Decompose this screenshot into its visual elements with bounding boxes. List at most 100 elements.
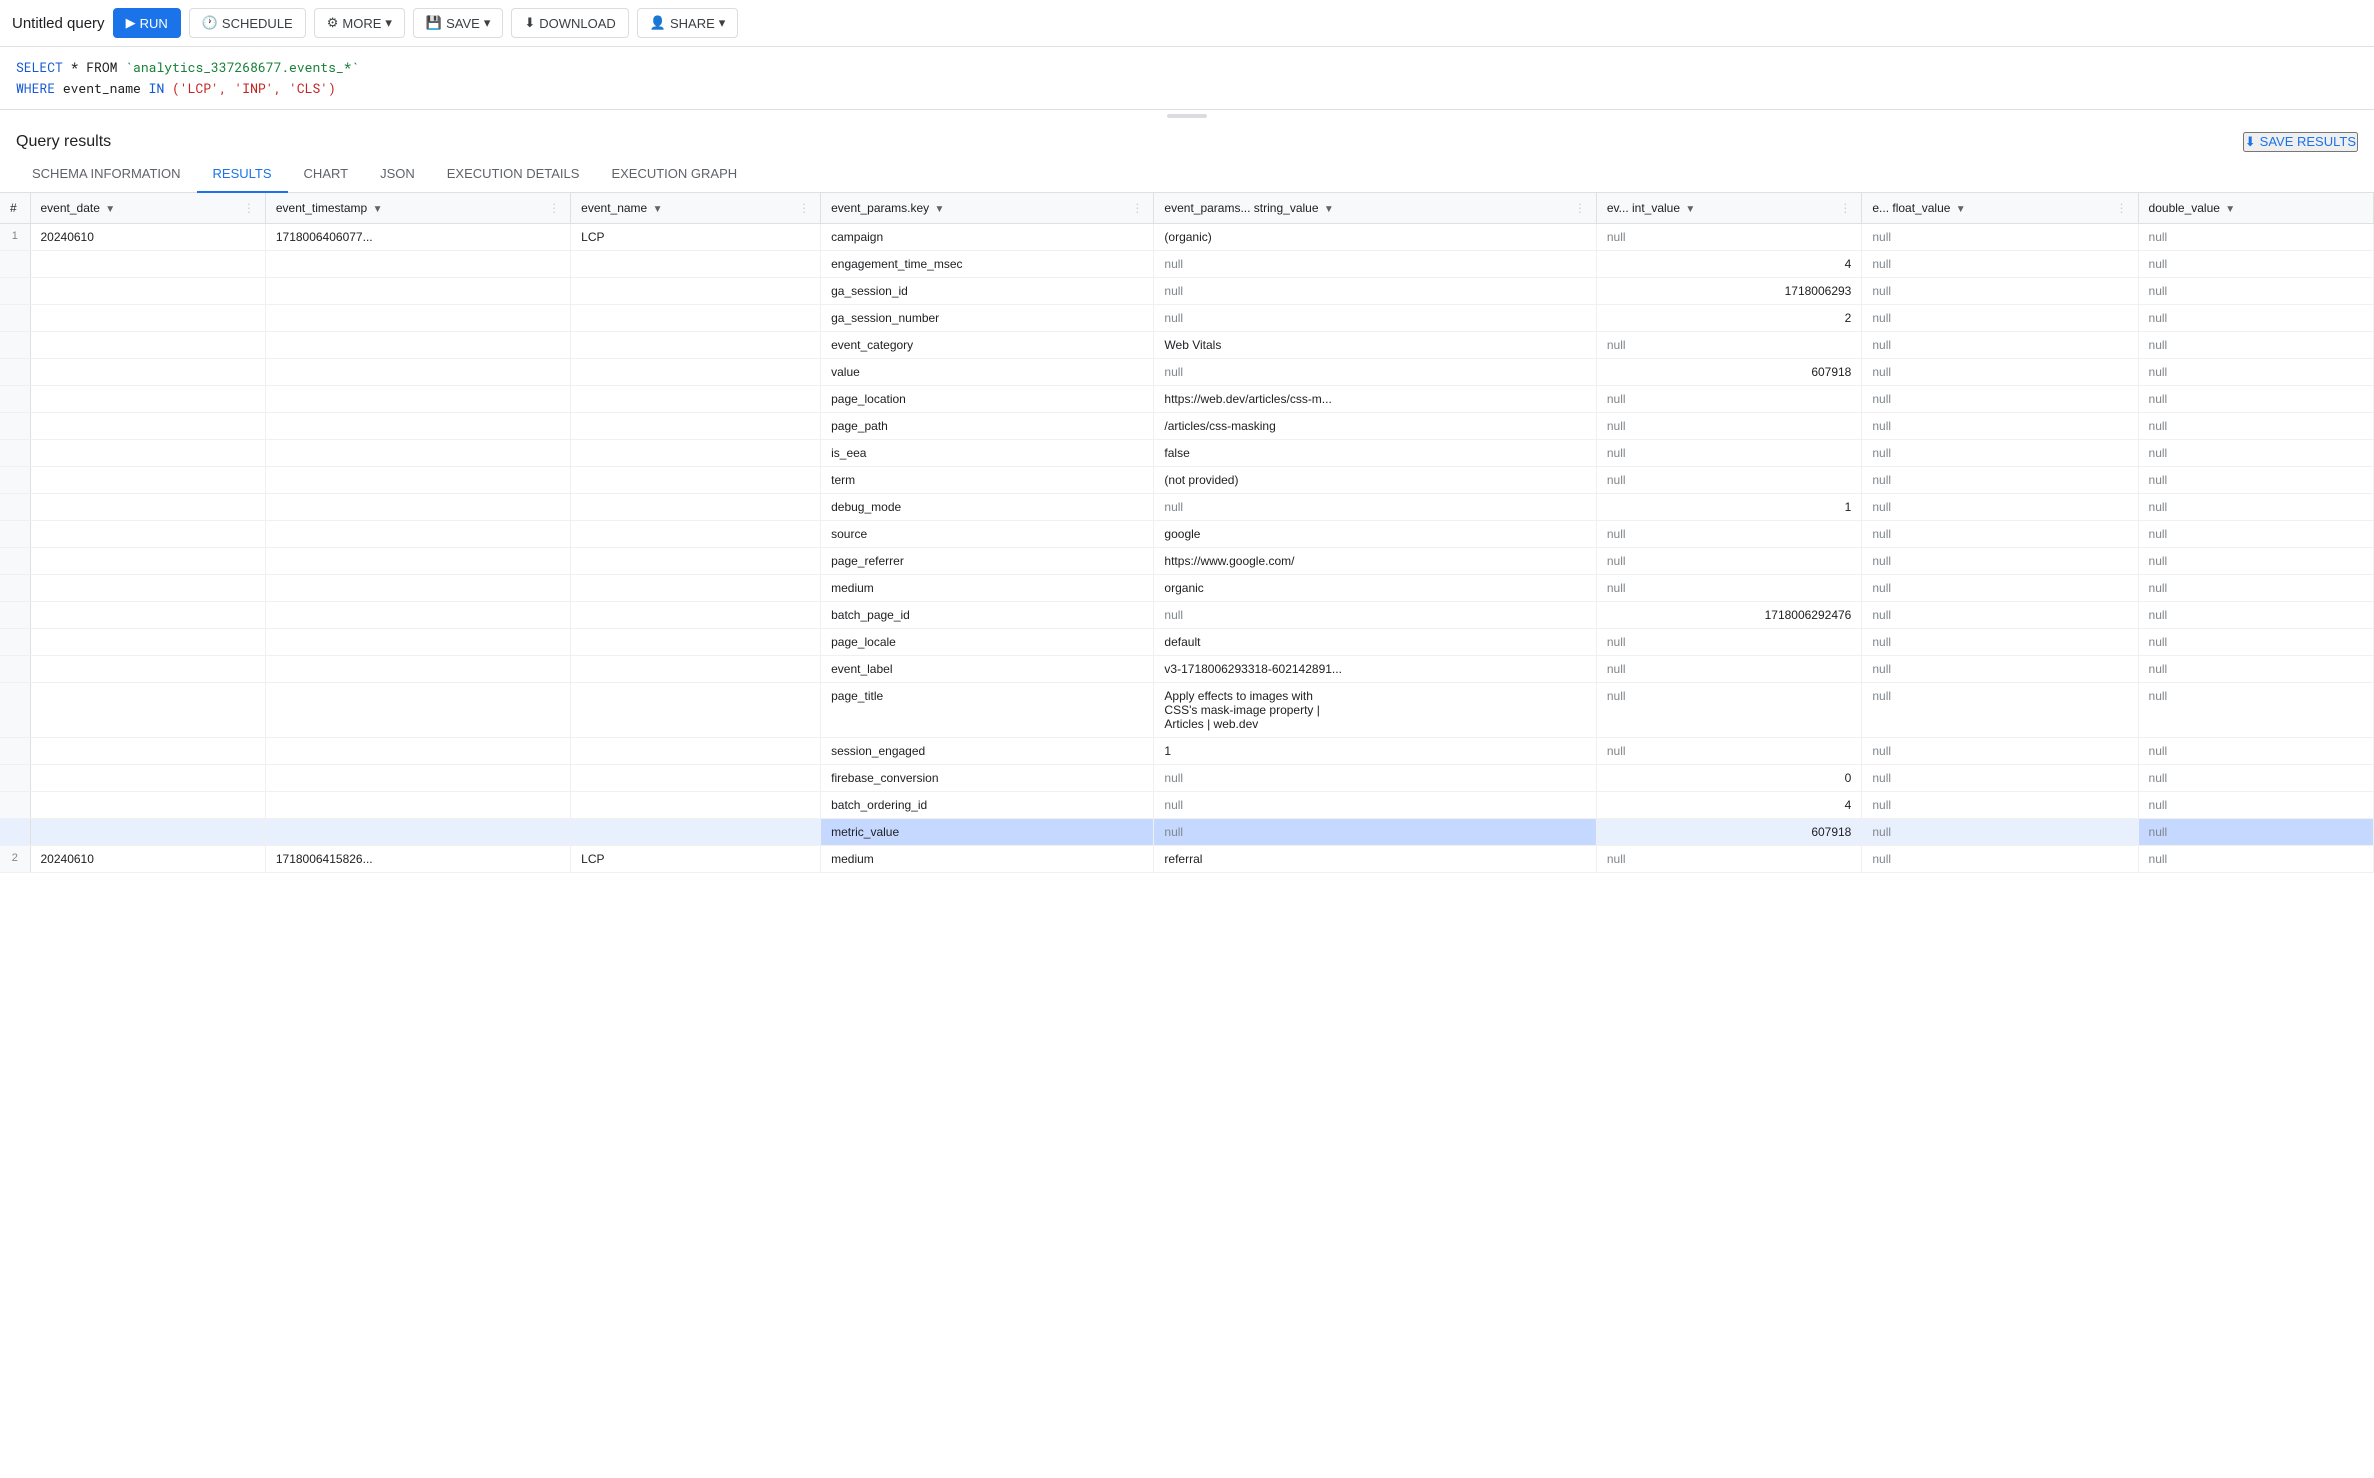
cell-event-date (30, 818, 265, 845)
cell-event-date: 20240610 (30, 845, 265, 872)
cell-param-key: event_label (821, 655, 1154, 682)
run-button[interactable]: ▶ RUN (113, 8, 181, 38)
cell-event-timestamp: 1718006406077... (265, 223, 570, 250)
table-row: page_referrerhttps://www.google.com/null… (0, 547, 2374, 574)
tab-chart[interactable]: CHART (288, 156, 365, 193)
col-event-date[interactable]: event_date ▼ ⋮ (30, 193, 265, 224)
results-title: Query results (16, 133, 111, 151)
cell-rownum (0, 331, 30, 358)
cell-float-value: null (1862, 250, 2138, 277)
cell-int-value: null (1596, 385, 1861, 412)
results-table-container[interactable]: # event_date ▼ ⋮ event_timestamp ▼ ⋮ eve… (0, 193, 2374, 1431)
sql-line-2: WHERE event_name IN ('LCP', 'INP', 'CLS'… (16, 78, 2358, 99)
tab-execution-details[interactable]: EXECUTION DETAILS (431, 156, 596, 193)
sort-icon-double-value: ▼ (2225, 204, 2235, 215)
resize-string-value[interactable]: ⋮ (1574, 201, 1586, 215)
resize-int-value[interactable]: ⋮ (1839, 201, 1851, 215)
cell-float-value: null (1862, 655, 2138, 682)
cell-param-key: batch_page_id (821, 601, 1154, 628)
cell-rownum: 2 (0, 845, 30, 872)
cell-event-date (30, 493, 265, 520)
cell-string-value: (organic) (1154, 223, 1596, 250)
table-row: page_localedefaultnullnullnull (0, 628, 2374, 655)
resize-event-name[interactable]: ⋮ (798, 201, 810, 215)
table-row: valuenull607918nullnull (0, 358, 2374, 385)
cell-event-date (30, 764, 265, 791)
resize-event-date[interactable]: ⋮ (243, 201, 255, 215)
cell-event-timestamp (265, 791, 570, 818)
cell-param-key: page_referrer (821, 547, 1154, 574)
resize-params-key[interactable]: ⋮ (1131, 201, 1143, 215)
cell-int-value: 1 (1596, 493, 1861, 520)
share-button[interactable]: 👤 SHARE ▾ (637, 8, 739, 38)
cell-float-value: null (1862, 277, 2138, 304)
cell-event-date: 20240610 (30, 223, 265, 250)
cell-rownum (0, 304, 30, 331)
sql-editor[interactable]: SELECT * FROM `analytics_337268677.event… (0, 47, 2374, 110)
cell-event-timestamp (265, 412, 570, 439)
cell-string-value: null (1154, 764, 1596, 791)
cell-double-value: null (2138, 412, 2373, 439)
cell-rownum (0, 277, 30, 304)
cell-event-timestamp (265, 601, 570, 628)
cell-event-name (571, 574, 821, 601)
cell-event-timestamp (265, 547, 570, 574)
cell-rownum (0, 791, 30, 818)
save-results-button[interactable]: ⬇ SAVE RESULTS (2243, 132, 2358, 152)
schedule-button[interactable]: 🕐 SCHEDULE (189, 8, 306, 38)
cell-rownum (0, 547, 30, 574)
sql-table-name: `analytics_337268677.events_*` (125, 58, 359, 76)
cell-event-name (571, 547, 821, 574)
save-button[interactable]: 💾 SAVE ▾ (413, 8, 503, 38)
cell-float-value: null (1862, 791, 2138, 818)
cell-event-name (571, 412, 821, 439)
chevron-down-icon: ▾ (385, 15, 392, 31)
cell-rownum (0, 358, 30, 385)
table-row: page_locationhttps://web.dev/articles/cs… (0, 385, 2374, 412)
cell-event-timestamp (265, 818, 570, 845)
cell-float-value: null (1862, 574, 2138, 601)
cell-double-value: null (2138, 547, 2373, 574)
table-row: event_labelv3-1718006293318-602142891...… (0, 655, 2374, 682)
run-icon: ▶ (126, 15, 136, 31)
cell-rownum (0, 466, 30, 493)
cell-param-key: page_location (821, 385, 1154, 412)
cell-event-timestamp (265, 682, 570, 737)
col-int-value[interactable]: ev... int_value ▼ ⋮ (1596, 193, 1861, 224)
cell-int-value: null (1596, 845, 1861, 872)
sql-keyword-where: WHERE (16, 79, 55, 97)
more-button[interactable]: ⚙ MORE ▾ (314, 8, 405, 38)
col-params-key[interactable]: event_params.key ▼ ⋮ (821, 193, 1154, 224)
sort-icon-float-value: ▼ (1956, 204, 1966, 215)
cell-float-value: null (1862, 601, 2138, 628)
table-row: batch_ordering_idnull4nullnull (0, 791, 2374, 818)
col-event-timestamp[interactable]: event_timestamp ▼ ⋮ (265, 193, 570, 224)
download-icon: ⬇ (524, 15, 535, 31)
cell-event-timestamp (265, 358, 570, 385)
cell-param-key: page_locale (821, 628, 1154, 655)
cell-float-value: null (1862, 628, 2138, 655)
cell-int-value: null (1596, 547, 1861, 574)
tab-json[interactable]: JSON (364, 156, 431, 193)
col-double-value[interactable]: double_value ▼ (2138, 193, 2373, 224)
tab-schema[interactable]: SCHEMA INFORMATION (16, 156, 197, 193)
tab-execution-graph[interactable]: EXECUTION GRAPH (595, 156, 753, 193)
table-row: batch_page_idnull1718006292476nullnull (0, 601, 2374, 628)
col-float-value[interactable]: e... float_value ▼ ⋮ (1862, 193, 2138, 224)
table-header-row: # event_date ▼ ⋮ event_timestamp ▼ ⋮ eve… (0, 193, 2374, 224)
gear-icon: ⚙ (327, 15, 339, 31)
cell-event-timestamp (265, 385, 570, 412)
tab-results[interactable]: RESULTS (197, 156, 288, 193)
sort-icon-event-timestamp: ▼ (373, 204, 383, 215)
cell-double-value: null (2138, 682, 2373, 737)
resize-event-timestamp[interactable]: ⋮ (548, 201, 560, 215)
col-string-value[interactable]: event_params... string_value ▼ ⋮ (1154, 193, 1596, 224)
cell-event-timestamp (265, 304, 570, 331)
cell-float-value: null (1862, 682, 2138, 737)
cell-rownum (0, 250, 30, 277)
cell-event-timestamp (265, 628, 570, 655)
resize-handle[interactable] (0, 110, 2374, 122)
download-button[interactable]: ⬇ DOWNLOAD (511, 8, 628, 38)
resize-float-value[interactable]: ⋮ (2116, 201, 2128, 215)
col-event-name[interactable]: event_name ▼ ⋮ (571, 193, 821, 224)
